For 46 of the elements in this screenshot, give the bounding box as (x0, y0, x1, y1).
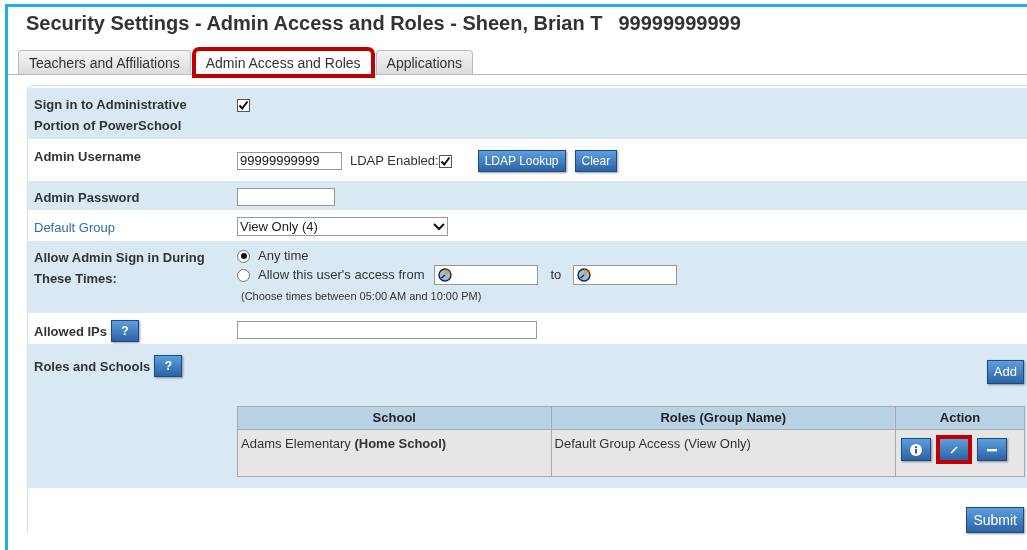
time-field[interactable] (434, 265, 539, 285)
dropdown[interactable]: View Only (4) (237, 217, 448, 236)
chevron-icon (433, 222, 445, 231)
tab[interactable]: Applications (375, 50, 474, 74)
edit-icon (948, 443, 960, 456)
username-field[interactable]: 99999999999 (237, 152, 342, 170)
table-cell: Adams Elementary (Home School) (237, 429, 552, 477)
field-label: Roles and Schools (34, 357, 151, 376)
ldap-label: LDAP Enabled: (350, 152, 439, 171)
radio-button[interactable] (237, 268, 250, 282)
field-label: Sign in to Administrative Portion of PowerSchool (34, 96, 188, 135)
option-label: Any time (258, 247, 309, 266)
edit-button[interactable] (939, 438, 969, 461)
checkbox[interactable] (237, 99, 250, 113)
add-button[interactable]: Add (986, 360, 1024, 384)
column-header: School (237, 406, 552, 430)
lookup-button[interactable]: LDAP Lookup (477, 150, 566, 172)
field-label: Allowed IPs (34, 322, 107, 341)
remove-button[interactable] (977, 438, 1007, 461)
info-button[interactable] (901, 438, 931, 461)
to-label: to (550, 266, 562, 285)
page-title: Security Settings - Admin Access and Roles - Sheen, Brian T (26, 11, 603, 36)
radio-button[interactable] (237, 249, 250, 263)
ip-field[interactable] (237, 320, 537, 339)
tab[interactable]: Admin Access and Roles (194, 50, 372, 75)
password-field[interactable] (237, 187, 335, 206)
time-field[interactable] (573, 265, 678, 285)
field-label: Admin Username (34, 148, 141, 166)
field-link[interactable]: Default Group (34, 217, 115, 238)
checkbox[interactable] (438, 154, 452, 168)
clock-icon (577, 268, 592, 282)
field-label: Allow Admin Sign in During These Times: (34, 249, 206, 288)
table-cell: Default Group Access (View Only) (551, 429, 896, 477)
column-header: Action (895, 406, 1025, 430)
field-label: Admin Password (34, 189, 140, 207)
clock-icon (438, 268, 453, 282)
info-icon (910, 443, 922, 456)
tab[interactable]: Teachers and Affiliations (18, 50, 191, 74)
hint-text: (Choose times between 05:00 AM and 10:00 PM) (240, 289, 483, 304)
help-button[interactable]: ? (154, 355, 183, 377)
help-button[interactable]: ? (110, 320, 139, 342)
id-number: 99999999999 (618, 11, 741, 36)
clear-button[interactable]: Clear (574, 150, 618, 172)
option-label: Allow this user's access from (258, 266, 425, 285)
submit-button[interactable]: Submit (966, 507, 1024, 533)
column-header: Roles (Group Name) (551, 406, 896, 430)
